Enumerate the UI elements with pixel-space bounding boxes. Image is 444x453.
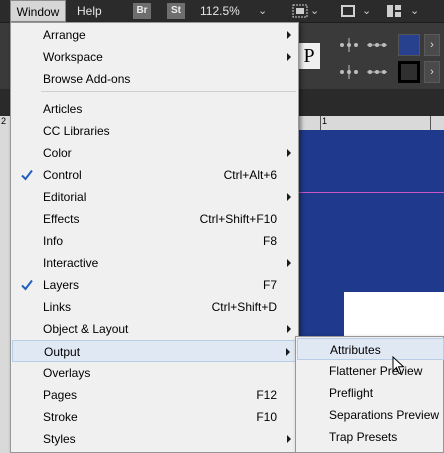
arrange-documents-chevron-icon[interactable]: ⌄ [410,0,419,22]
menu-item-label: Info [43,234,64,248]
view-options-chevron-icon[interactable]: ⌄ [310,0,319,22]
align-objects-icon[interactable] [338,37,360,53]
menu-item-label: Styles [43,432,76,446]
menu-item-label: Control [43,168,82,182]
menu-item-label: Stroke [43,410,78,424]
submenu-item-separations-preview[interactable]: Separations Preview [297,404,444,426]
submenu-item-label: Attributes [330,343,381,357]
zoom-level[interactable]: 112.5% [200,0,240,22]
paragraph-formatting-button[interactable]: P [298,43,320,69]
screen-mode-icon[interactable] [340,4,356,18]
submenu-item-trap-presets[interactable]: Trap Presets [297,426,444,448]
help-menu[interactable]: Help [77,0,102,22]
submenu-item-label: Preflight [329,386,374,400]
menu-item-editorial[interactable]: Editorial [12,186,297,208]
screen-mode-chevron-icon[interactable]: ⌄ [362,0,371,22]
menu-item-shortcut: Ctrl+Alt+6 [223,168,277,182]
window-dropdown-menu: Arrange Workspace Browse Add-ons Articles CC… [10,22,299,453]
menu-bar: Window Help Br St 112.5% ⌄ ⌄ ⌄ ⌄ [0,0,444,23]
submenu-item-label: Trap Presets [329,430,398,444]
menu-item-object-layout[interactable]: Object & Layout [12,318,297,340]
distribute-vertical-icon[interactable] [366,64,388,80]
menu-item-label: Layers [43,278,80,292]
ruler-label: 1 [322,116,328,126]
menu-item-label: Links [43,300,72,314]
menu-item-label: Workspace [43,50,103,64]
menu-item-control[interactable]: Control Ctrl+Alt+6 [12,164,297,186]
stroke-swatch-dropdown-icon[interactable]: › [424,61,440,83]
menu-item-pages[interactable]: Pages F12 [12,384,297,406]
submenu-arrow-icon [286,348,290,356]
menu-separator [41,91,296,92]
menu-item-overlays[interactable]: Overlays [12,362,297,384]
submenu-item-flattener-preview[interactable]: Flattener Preview [297,360,444,382]
menu-item-shortcut: F12 [256,388,277,402]
align-vertical-icon[interactable] [338,64,360,80]
menu-item-label: Output [44,345,81,359]
menu-item-shortcut: F10 [256,410,277,424]
guide-line[interactable] [296,192,444,193]
submenu-item-attributes[interactable]: Attributes [297,338,444,360]
zoom-chevron-down-icon[interactable]: ⌄ [258,0,267,22]
submenu-arrow-icon [287,325,291,333]
menu-item-stroke[interactable]: Stroke F10 [12,406,297,428]
ruler-label: 2 [1,116,7,126]
menu-item-links[interactable]: Links Ctrl+Shift+D [12,296,297,318]
output-submenu: Attributes Flattener Preview Preflight Sepa… [295,336,444,453]
menu-item-label: Effects [43,212,80,226]
menu-item-label: CC Libraries [43,124,110,138]
arrange-documents-icon[interactable] [386,4,402,18]
stock-button[interactable]: St [167,3,185,19]
menu-item-label: Articles [43,102,83,116]
menu-item-label: Color [43,146,72,160]
menu-item-label: Browse Add-ons [43,72,131,86]
menu-item-articles[interactable]: Articles [12,98,297,120]
menu-item-browse-add-ons[interactable]: Browse Add-ons [12,68,297,90]
submenu-arrow-icon [287,31,291,39]
menu-item-label: Interactive [43,256,99,270]
mouse-pointer-icon [392,356,405,375]
menu-item-output[interactable]: Output [12,340,297,362]
submenu-arrow-icon [287,53,291,61]
submenu-arrow-icon [287,435,291,443]
menu-item-shortcut: F7 [262,278,277,292]
distribute-objects-icon[interactable] [366,37,388,53]
submenu-item-label: Separations Preview [329,408,440,422]
stroke-swatch[interactable] [398,61,420,83]
window-menu[interactable]: Window [10,0,66,22]
fill-swatch-dropdown-icon[interactable]: › [424,34,440,56]
submenu-arrow-icon [287,193,291,201]
menu-item-shortcut: Ctrl+Shift+F10 [199,212,277,226]
menu-item-workspace[interactable]: Workspace [12,46,297,68]
menu-item-label: Editorial [43,190,87,204]
menu-item-arrange[interactable]: Arrange [12,24,297,46]
menu-item-label: Object & Layout [43,322,129,336]
menu-item-shortcut: Ctrl+Shift+D [211,300,277,314]
menu-item-label: Overlays [43,366,91,380]
submenu-arrow-icon [287,259,291,267]
menu-item-label: Arrange [43,28,86,42]
checkmark-icon [21,169,33,181]
bridge-button[interactable]: Br [133,3,151,19]
checkmark-icon [21,279,33,291]
menu-item-layers[interactable]: Layers F7 [12,274,297,296]
menu-item-interactive[interactable]: Interactive [12,252,297,274]
menu-item-color[interactable]: Color [12,142,297,164]
fill-swatch[interactable] [398,34,420,56]
submenu-item-preflight[interactable]: Preflight [297,382,444,404]
menu-item-effects[interactable]: Effects Ctrl+Shift+F10 [12,208,297,230]
menu-item-info[interactable]: Info F8 [12,230,297,252]
menu-item-label: Pages [43,388,78,402]
menu-item-styles[interactable]: Styles [12,428,297,450]
menu-item-shortcut: F8 [262,234,277,248]
view-options-icon[interactable] [292,4,308,18]
submenu-item-label: Flattener Preview [329,364,423,378]
menu-item-cc-libraries[interactable]: CC Libraries [12,120,297,142]
submenu-arrow-icon [287,149,291,157]
